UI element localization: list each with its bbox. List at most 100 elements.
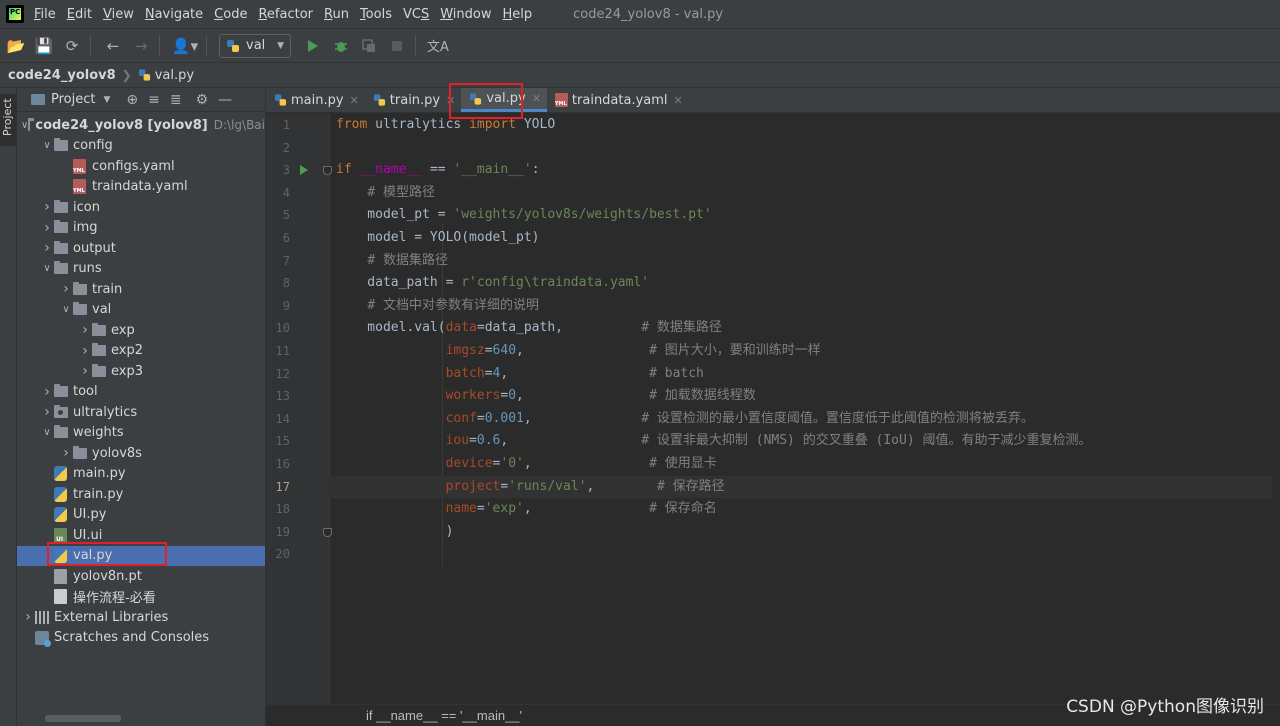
tree-item[interactable]: › exp2	[17, 341, 265, 362]
tree-item[interactable]: val.py	[17, 545, 265, 566]
chevron-right-icon[interactable]: ›	[59, 445, 73, 461]
menu-label-part: C	[214, 6, 224, 22]
run-icon[interactable]	[301, 34, 325, 58]
menu-vcs[interactable]: VCS	[401, 7, 431, 22]
tree-item[interactable]: configs.yaml	[17, 156, 265, 177]
fold-marker-icon[interactable]	[323, 527, 332, 537]
breadcrumb-project[interactable]: code24_yolov8	[8, 68, 116, 83]
run-with-coverage-icon[interactable]	[357, 34, 381, 58]
tree-item[interactable]: ∨ runs	[17, 259, 265, 280]
tree-item[interactable]: 操作流程-必看	[17, 587, 265, 608]
chevron-down-icon[interactable]: ∨	[40, 140, 54, 151]
menu-file[interactable]: File	[32, 7, 58, 22]
menu-view[interactable]: View	[101, 7, 136, 22]
menu-code[interactable]: Code	[212, 7, 249, 22]
chevron-down-icon[interactable]: ▼	[103, 95, 110, 105]
chevron-down-icon[interactable]: ∨	[40, 263, 54, 274]
editor-tab[interactable]: val.py ✕	[461, 88, 547, 112]
sync-icon[interactable]: ⟳	[60, 34, 84, 58]
run-gutter-icon[interactable]	[300, 165, 308, 175]
tree-item[interactable]: UI.ui	[17, 525, 265, 546]
menu-help[interactable]: Help	[501, 7, 535, 22]
horizontal-scrollbar[interactable]	[45, 715, 121, 722]
editor-tab[interactable]: train.py ✕	[365, 88, 462, 112]
tree-item[interactable]: › External Libraries	[17, 607, 265, 628]
translate-icon[interactable]: 文A	[426, 34, 450, 58]
chevron-right-icon[interactable]: ›	[78, 322, 92, 338]
locate-file-icon[interactable]: ⊕	[126, 92, 138, 108]
close-icon[interactable]: ✕	[532, 92, 541, 105]
chevron-down-icon[interactable]: ∨	[40, 427, 54, 438]
tree-item[interactable]: › output	[17, 238, 265, 259]
tree-item-label: val	[92, 302, 112, 318]
fold-marker-icon[interactable]	[323, 166, 332, 176]
project-tool-window-button[interactable]: Project	[0, 94, 17, 146]
chevron-right-icon[interactable]: ›	[40, 404, 54, 420]
code-area[interactable]: from ultralytics import YOLO if __name__ …	[328, 114, 1280, 704]
editor-tab[interactable]: main.py ✕	[266, 88, 365, 112]
chevron-right-icon[interactable]: ›	[40, 220, 54, 236]
tree-item[interactable]: yolov8n.pt	[17, 566, 265, 587]
save-all-icon[interactable]: 💾	[32, 34, 56, 58]
tree-item[interactable]: ∨ weights	[17, 423, 265, 444]
tree-item[interactable]: ∨ val	[17, 300, 265, 321]
chevron-right-icon[interactable]: ›	[40, 384, 54, 400]
tree-item[interactable]: › yolov8s	[17, 443, 265, 464]
menu-edit[interactable]: Edit	[65, 7, 94, 22]
chevron-down-icon[interactable]: ∨	[21, 120, 28, 131]
menu-refactor[interactable]: Refactor	[256, 7, 315, 22]
project-view-selector[interactable]: Project	[51, 92, 95, 107]
chevron-right-icon[interactable]: ›	[78, 343, 92, 359]
tree-item[interactable]: ∨ config	[17, 136, 265, 157]
back-arrow-icon[interactable]: ←	[101, 34, 125, 58]
close-icon[interactable]: ✕	[350, 94, 359, 107]
menu-run[interactable]: Run	[322, 7, 351, 22]
code-token: from	[336, 117, 376, 132]
forward-arrow-icon[interactable]: →	[129, 34, 153, 58]
hide-panel-icon[interactable]: —	[218, 92, 232, 108]
chevron-right-icon[interactable]: ›	[78, 363, 92, 379]
code-token: # 文档中对参数有详细的说明	[367, 297, 539, 313]
tree-item[interactable]: › ultralytics	[17, 402, 265, 423]
tree-item[interactable]: › icon	[17, 197, 265, 218]
tree-item[interactable]: train.py	[17, 484, 265, 505]
chevron-right-icon[interactable]: ›	[40, 240, 54, 256]
tree-item[interactable]: › exp	[17, 320, 265, 341]
tree-item[interactable]: › exp3	[17, 361, 265, 382]
tree-item-label: code24_yolov8 [yolov8]	[35, 117, 208, 133]
expand-all-icon[interactable]: ≡	[148, 92, 160, 108]
code-line: from ultralytics import YOLO	[336, 114, 1280, 137]
tree-item[interactable]: ∨ code24_yolov8 [yolov8] D:\lg\Bai	[17, 115, 265, 136]
chevron-down-icon[interactable]: ∨	[59, 304, 73, 315]
tree-item[interactable]: main.py	[17, 464, 265, 485]
open-folder-icon[interactable]: 📂	[4, 34, 28, 58]
code-structure-breadcrumb[interactable]: if __name__ == '__main__'	[366, 708, 522, 723]
tree-item[interactable]: traindata.yaml	[17, 177, 265, 198]
collapse-all-icon[interactable]: ≣	[170, 92, 182, 108]
tree-item[interactable]: › img	[17, 218, 265, 239]
run-configuration-selector[interactable]: val ▼	[219, 33, 291, 58]
editor-tab[interactable]: traindata.yaml ✕	[547, 88, 689, 112]
tree-item[interactable]: Scratches and Consoles	[17, 628, 265, 649]
close-icon[interactable]: ✕	[446, 94, 455, 107]
close-icon[interactable]: ✕	[674, 94, 683, 107]
tree-item[interactable]: UI.py	[17, 505, 265, 526]
gear-icon[interactable]: ⚙	[196, 92, 209, 108]
menu-navigate[interactable]: Navigate	[143, 7, 205, 22]
menu-tools[interactable]: Tools	[358, 7, 394, 22]
chevron-right-icon[interactable]: ›	[40, 199, 54, 215]
debug-icon[interactable]	[329, 34, 353, 58]
menu-window[interactable]: Window	[438, 7, 493, 22]
stop-icon[interactable]	[385, 34, 409, 58]
folder-icon	[28, 117, 35, 131]
code-line: model_pt = 'weights/yolov8s/weights/best…	[336, 204, 1280, 227]
chevron-right-icon[interactable]: ›	[59, 281, 73, 297]
chevron-right-icon[interactable]: ›	[21, 609, 35, 625]
user-icon[interactable]: 👤▾	[170, 34, 200, 58]
tree-item[interactable]: › train	[17, 279, 265, 300]
breadcrumb-file[interactable]: val.py	[155, 68, 194, 83]
tree-item[interactable]: › tool	[17, 382, 265, 403]
folder-icon	[73, 302, 87, 316]
